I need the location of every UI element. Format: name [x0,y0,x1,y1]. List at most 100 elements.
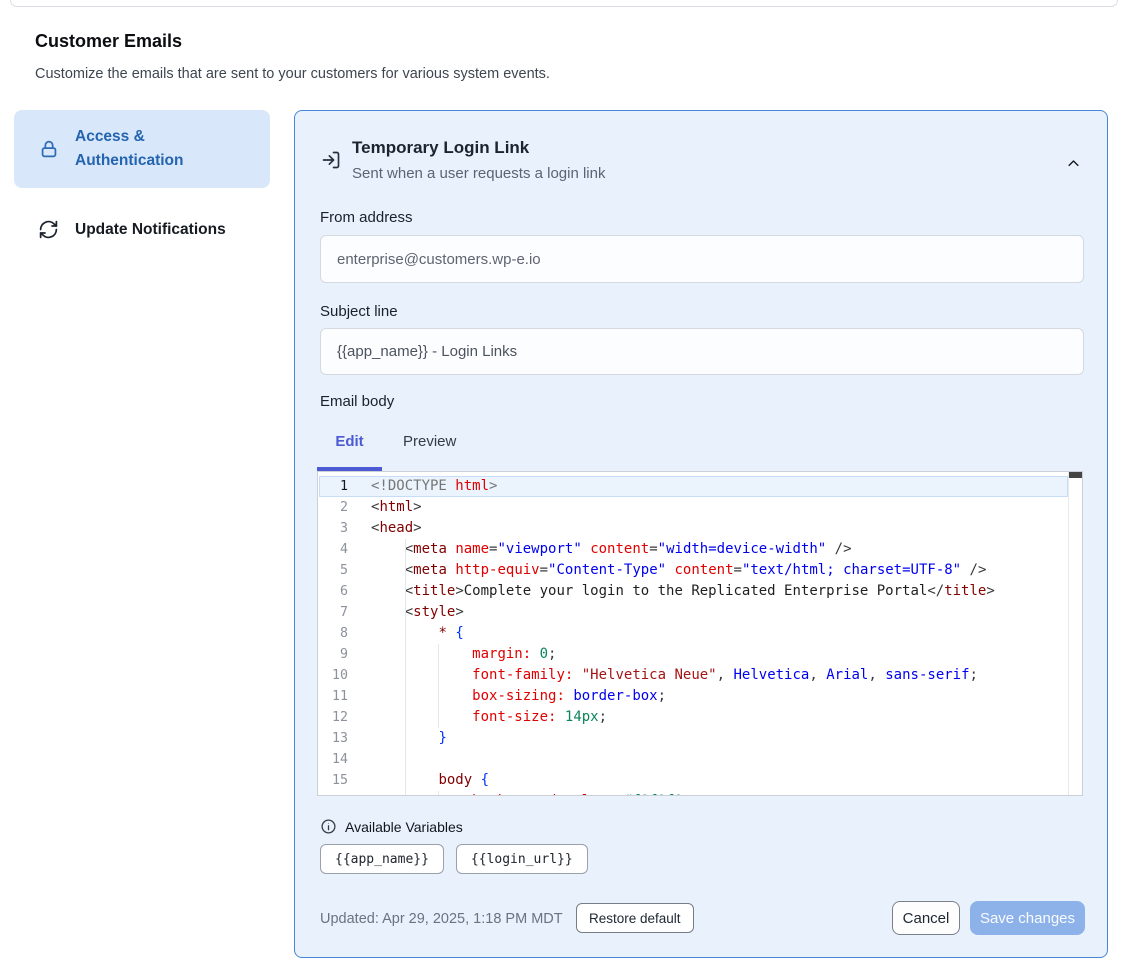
code-line[interactable]: font-size: 14px; [371,707,1067,728]
code-token [371,646,472,662]
code-token: > [489,478,497,494]
indent-guide [438,791,439,796]
code-token: margin: [472,646,531,662]
code-token [371,793,472,796]
code-line[interactable]: <html> [371,497,1067,518]
indent-guide [405,686,406,707]
code-token [826,541,834,557]
code-token: http-equiv [455,562,539,578]
line-number: 2 [318,497,348,518]
from-address-input[interactable] [320,235,1084,283]
code-token: background-color: [472,793,615,796]
code-line[interactable]: <head> [371,518,1067,539]
code-token: head [379,520,413,536]
code-token: * [438,625,446,641]
indent-guide [405,749,406,770]
line-number: 10 [318,665,348,686]
sidebar-item-update-notifications[interactable]: Update Notifications [14,205,270,253]
log-in-icon [321,150,341,170]
code-token: title [413,583,455,599]
code-line[interactable]: background-color: #f9f9f9; [371,791,1067,796]
page-title: Customer Emails [35,31,182,52]
variable-chip[interactable]: {{login_url}} [456,844,588,874]
code-token: ; [599,709,607,725]
code-token: /> [835,541,852,557]
save-changes-button[interactable]: Save changes [970,901,1085,935]
indent-guide [405,602,406,623]
code-line[interactable]: * { [371,623,1067,644]
code-token: 0 [540,646,548,662]
code-token: style [413,604,455,620]
line-number: 3 [318,518,348,539]
cancel-button[interactable]: Cancel [892,901,960,935]
line-number: 12 [318,707,348,728]
restore-default-button[interactable]: Restore default [576,903,694,933]
code-line[interactable]: <style> [371,602,1067,623]
available-variables-label: Available Variables [345,819,463,835]
code-line[interactable]: <meta http-equiv="Content-Type" content=… [371,560,1067,581]
line-number: 6 [318,581,348,602]
chevron-up-icon [1066,156,1081,171]
code-token: 14px [565,709,599,725]
subject-line-input[interactable] [320,328,1084,375]
code-line[interactable]: box-sizing: border-box; [371,686,1067,707]
line-number: 13 [318,728,348,749]
panel-subtitle: Sent when a user requests a login link [352,165,605,182]
code-token [371,541,405,557]
code-token: < [405,604,413,620]
line-number: 8 [318,623,348,644]
code-token: = [734,562,742,578]
variable-chip[interactable]: {{app_name}} [320,844,444,874]
gutter: 12345678910111213141516 [318,476,348,796]
tab-edit[interactable]: Edit [317,433,382,450]
code-token: "Helvetica Neue" [582,667,717,683]
code-token: "text/html; charset=UTF-8" [742,562,961,578]
code-token: Helvetica [733,667,809,683]
scrollbar-thumb[interactable] [1069,472,1082,478]
indent-guide [438,644,439,665]
code-token: > [986,583,994,599]
code-token [877,667,885,683]
email-body-tabs: Edit Preview [317,433,456,450]
indent-guide [405,539,406,560]
code-line[interactable]: body { [371,770,1067,791]
line-number: 14 [318,749,348,770]
code-line[interactable] [371,749,1067,770]
code-line[interactable]: <title>Complete your login to the Replic… [371,581,1067,602]
code-line[interactable]: <!DOCTYPE html> [371,476,1067,497]
code-token: "Content-Type" [548,562,666,578]
code-token: = [649,541,657,557]
line-number: 9 [318,644,348,665]
indent-guide [438,665,439,686]
code-token: box-sizing: [472,688,565,704]
code-line[interactable]: margin: 0; [371,644,1067,665]
code-token: Arial [826,667,868,683]
code-token: { [455,625,463,641]
code-token: content [590,541,649,557]
editor-scrollbar[interactable] [1068,472,1082,795]
line-number: 15 [318,770,348,791]
collapse-button[interactable] [1059,149,1087,177]
indent-guide [438,686,439,707]
code-editor[interactable]: 12345678910111213141516 <!DOCTYPE html><… [317,471,1083,796]
code-token [371,562,405,578]
code-token: body [438,772,472,788]
code-line[interactable]: } [371,728,1067,749]
info-icon[interactable] [320,818,337,835]
sidebar-item-access-authentication[interactable]: Access & Authentication [14,110,270,188]
subject-line-label: Subject line [320,303,398,320]
tab-preview[interactable]: Preview [403,433,456,450]
line-number: 11 [318,686,348,707]
line-number: 5 [318,560,348,581]
code-token [615,793,623,796]
code-token: border-box [573,688,657,704]
indent-guide [405,581,406,602]
available-variables-row: Available Variables [320,818,463,835]
code-line[interactable]: font-family: "Helvetica Neue", Helvetica… [371,665,1067,686]
code-token [371,604,405,620]
indent-guide [405,665,406,686]
code-token: < [405,541,413,557]
panel-title: Temporary Login Link [352,138,529,158]
code-line[interactable]: <meta name="viewport" content="width=dev… [371,539,1067,560]
code-token: ; [548,646,556,662]
